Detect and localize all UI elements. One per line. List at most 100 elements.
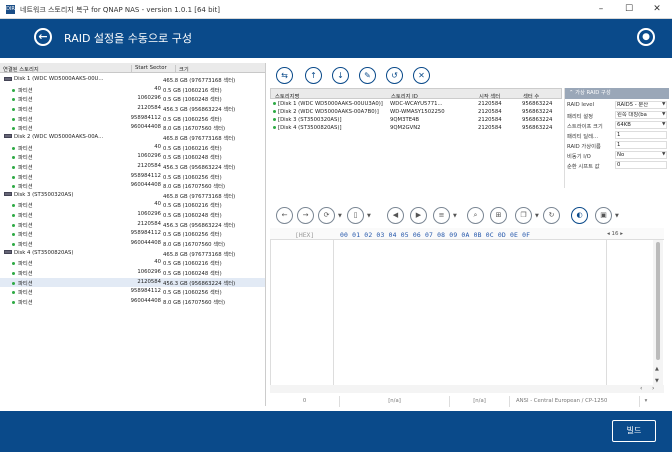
close-button[interactable]: ✕ xyxy=(644,1,670,18)
chevron-down-icon[interactable]: ▼ xyxy=(535,213,539,219)
toggle-icon[interactable]: ◐ xyxy=(571,207,588,224)
scroll-right-icon[interactable]: › xyxy=(652,385,654,392)
edit-icon[interactable]: ✎ xyxy=(359,67,376,84)
hex-mode-label: [HEX] xyxy=(295,231,315,239)
user-icon[interactable]: ● xyxy=(637,28,655,46)
raid-config-select[interactable]: No xyxy=(615,151,667,159)
column-header-storage-id[interactable]: 스토리지 ID xyxy=(391,92,418,100)
add-disk-icon[interactable]: ⇆ xyxy=(276,67,293,84)
chevron-down-icon[interactable]: ▼ xyxy=(338,213,342,219)
raid-config-select[interactable]: 64KB xyxy=(615,121,667,129)
grid-icon[interactable]: ⊞ xyxy=(490,207,507,224)
column-header-size[interactable]: 크기 xyxy=(176,65,265,73)
move-down-icon[interactable]: ↓ xyxy=(332,67,349,84)
storage-partition-row[interactable]: 파티션 2120584 456.3 GB (956863224 섹터) xyxy=(0,162,265,171)
next-match-icon[interactable]: ▶ xyxy=(410,207,427,224)
storage-size: 8.0 GB (16707560 섹터) xyxy=(163,299,226,306)
chevron-down-icon[interactable]: ▼ xyxy=(367,213,371,219)
column-header-sector-count[interactable]: 섹터 수 xyxy=(523,92,539,100)
bookmark-icon[interactable]: ▯ xyxy=(347,207,364,224)
chevron-down-icon[interactable]: ▼ xyxy=(662,152,665,157)
column-header-start-sector[interactable]: 시작 섹터 xyxy=(479,92,500,100)
back-icon[interactable]: ← xyxy=(276,207,293,224)
storage-partition-row[interactable]: 파티션 1060296 0.5 GB (1060248 섹터) xyxy=(0,94,265,103)
hex-toolbar: ← → ⟳ ▼ ▯ ▼ ◀ ▶ ≡ ▼ ⌕ ⊞ ❐ ▼ ↻ ◐ ▣ ▼ xyxy=(270,203,672,228)
chevron-down-icon[interactable]: ▼ xyxy=(615,213,619,219)
storage-size: 456.3 GB (956863224 섹터) xyxy=(163,222,236,229)
search-icon[interactable]: ⌕ xyxy=(467,207,484,224)
storage-partition-row[interactable]: 파티션 958984112 0.5 GB (1060256 섹터) xyxy=(0,114,265,123)
storage-partition-row[interactable]: 파티션 1060296 0.5 GB (1060248 섹터) xyxy=(0,210,265,219)
storage-partition-row[interactable]: 파티션 958984112 0.5 GB (1060256 섹터) xyxy=(0,287,265,296)
maximize-button[interactable]: ☐ xyxy=(616,1,642,18)
storage-partition-row[interactable]: 파티션 2120584 456.3 GB (956863224 섹터) xyxy=(0,220,265,229)
storage-partition-row[interactable]: 파티션 40 0.5 GB (1060216 섹터) xyxy=(0,200,265,209)
column-header-start-sector[interactable]: Start Sector xyxy=(132,65,176,73)
bytes-per-row-selector[interactable]: ◂ 16 ▸ xyxy=(607,231,623,237)
raid-config-input[interactable]: 1 xyxy=(615,141,667,149)
scroll-down-icon[interactable]: ▼ xyxy=(655,378,659,384)
storage-partition-row[interactable]: 파티션 2120584 456.3 GB (956863224 섹터) xyxy=(0,104,265,113)
scroll-left-icon[interactable]: ‹ xyxy=(640,385,642,392)
raid-config-select[interactable]: 왼쪽 대칭(ba xyxy=(615,111,667,119)
raid-disk-row[interactable]: [Disk 2 (WDC WD5000AAKS-00A7B0)] WD-WMASY… xyxy=(270,109,562,117)
storage-partition-row[interactable]: 파티션 960044408 8.0 GB (16707560 섹터) xyxy=(0,123,265,132)
disk-start-cell: 2120584 xyxy=(478,109,502,115)
reload-icon[interactable]: ↻ xyxy=(543,207,560,224)
prev-match-icon[interactable]: ◀ xyxy=(387,207,404,224)
forward-icon[interactable]: → xyxy=(297,207,314,224)
raid-disk-row[interactable]: [Disk 1 (WDC WD5000AAKS-00UU3A0)] WDC-WCA… xyxy=(270,101,562,109)
storage-partition-row[interactable]: 파티션 958984112 0.5 GB (1060256 섹터) xyxy=(0,172,265,181)
storage-disk-row[interactable]: Disk 3 (ST3500320AS) 465.8 GB (976773168 … xyxy=(0,191,265,200)
raid-disk-row[interactable]: [Disk 4 (ST3500820AS)] 9QM2GVN2 2120584 956… xyxy=(270,125,562,133)
storage-partition-row[interactable]: 파티션 1060296 0.5 GB (1060248 섹터) xyxy=(0,268,265,277)
storage-disk-row[interactable]: Disk 4 (ST3500820AS) 465.8 GB (976773168 … xyxy=(0,249,265,258)
storage-partition-row[interactable]: 파티션 40 0.5 GB (1060216 섹터) xyxy=(0,258,265,267)
storage-partition-row[interactable]: 파티션 2120584 456.3 GB (956863224 섹터) xyxy=(0,277,265,287)
storage-partition-row[interactable]: 파티션 960044408 8.0 GB (16707560 섹터) xyxy=(0,297,265,306)
refresh-icon[interactable]: ⟳ xyxy=(318,207,335,224)
storage-disk-row[interactable]: Disk 1 (WDC WD5000AAKS-00U... 465.8 GB (9… xyxy=(0,75,265,84)
partition-icon xyxy=(12,272,15,275)
raid-config-input[interactable]: 0 xyxy=(615,161,667,169)
storage-partition-row[interactable]: 파티션 1060296 0.5 GB (1060248 섹터) xyxy=(0,152,265,161)
hex-vertical-scrollbar[interactable]: ▲ ▼ xyxy=(653,240,663,390)
hex-gutter xyxy=(606,240,607,385)
list-icon[interactable]: ≡ xyxy=(433,207,450,224)
hex-horizontal-scrollbar[interactable]: ‹ › xyxy=(270,385,664,393)
remove-icon[interactable]: ✕ xyxy=(413,67,430,84)
partition-icon xyxy=(12,88,15,92)
storage-tree-panel: 연결된 스토리지 Start Sector 크기 Disk 1 (WDC WD5… xyxy=(0,63,266,406)
column-header-storage[interactable]: 연결된 스토리지 xyxy=(0,65,132,73)
scrollbar-thumb[interactable] xyxy=(656,242,660,360)
raid-disk-row[interactable]: [Disk 3 (ST3500320AS)] 9QM3TE4B 2120584 956… xyxy=(270,117,562,125)
back-arrow-icon[interactable]: ← xyxy=(34,28,52,46)
chevron-down-icon[interactable]: ▼ xyxy=(662,122,665,127)
raid-config-title[interactable]: ⌃ 가상 RAID 구성 xyxy=(565,88,669,99)
status-value-2: [n/a] xyxy=(450,396,510,407)
build-button[interactable]: 빌드 xyxy=(612,420,656,442)
encoding-select[interactable]: ANSI - Central European / CP-1250 xyxy=(510,396,640,407)
raid-config-input[interactable]: 1 xyxy=(615,131,667,139)
move-up-icon[interactable]: ↑ xyxy=(305,67,322,84)
storage-partition-row[interactable]: 파티션 960044408 8.0 GB (16707560 섹터) xyxy=(0,239,265,248)
chevron-down-icon[interactable]: ▼ xyxy=(453,213,457,219)
raid-config-select[interactable]: RAID5 - 분산 xyxy=(615,101,667,109)
chevron-down-icon[interactable]: ▼ xyxy=(662,112,665,117)
storage-partition-row[interactable]: 파티션 40 0.5 GB (1060216 섹터) xyxy=(0,85,265,94)
scroll-up-icon[interactable]: ▲ xyxy=(655,366,659,372)
column-header-storage-name[interactable]: 스토리지명 xyxy=(275,92,299,100)
hex-view-body[interactable] xyxy=(270,240,664,385)
storage-disk-row[interactable]: Disk 2 (WDC WD5000AAKS-00A... 465.8 GB (9… xyxy=(0,133,265,142)
chevron-down-icon[interactable]: ▾ xyxy=(640,396,652,407)
disk-count-cell: 956863224 xyxy=(522,125,553,131)
storage-partition-row[interactable]: 파티션 958984112 0.5 GB (1060256 섹터) xyxy=(0,229,265,238)
disk-id-cell: WD-WMASY1502250 xyxy=(390,109,445,115)
copy-icon[interactable]: ❐ xyxy=(515,207,532,224)
storage-partition-row[interactable]: 파티션 960044408 8.0 GB (16707560 섹터) xyxy=(0,181,265,190)
minimize-button[interactable]: – xyxy=(588,1,614,18)
storage-partition-row[interactable]: 파티션 40 0.5 GB (1060216 섹터) xyxy=(0,143,265,152)
chevron-down-icon[interactable]: ▼ xyxy=(662,102,665,107)
undo-icon[interactable]: ↺ xyxy=(386,67,403,84)
save-icon[interactable]: ▣ xyxy=(595,207,612,224)
